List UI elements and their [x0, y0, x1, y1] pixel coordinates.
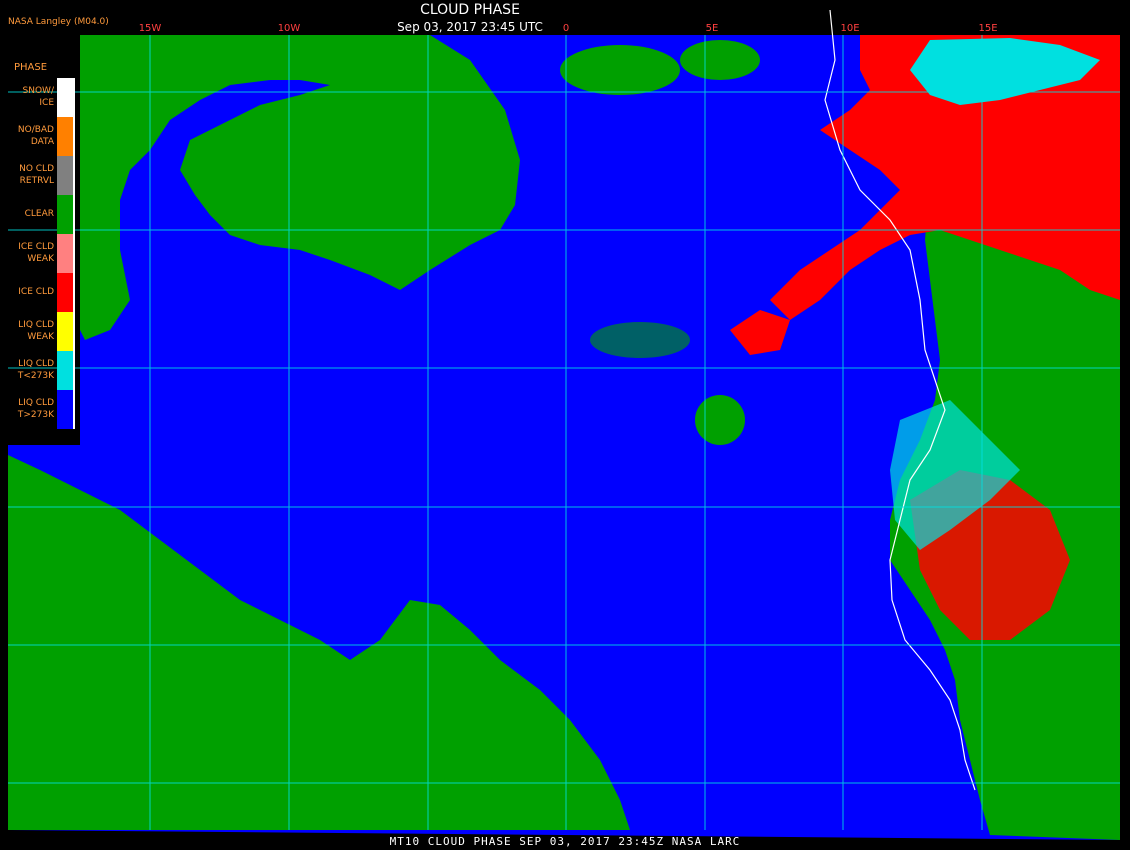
legend-label-7: LIQ CLD T<273K [17, 359, 54, 381]
legend-swatch-6 [57, 312, 75, 351]
legend-swatch-3 [57, 195, 75, 234]
lon-label-5e: 5E [705, 23, 719, 34]
legend-swatch-7 [57, 351, 75, 390]
clear-patch-south-central [695, 395, 745, 445]
legend-label-3: CLEAR [24, 209, 54, 219]
lon-label-15e: 15E [978, 23, 998, 34]
footer-caption: MT10 CLOUD PHASE SEP 03, 2017 23:45Z NAS… [389, 835, 741, 848]
legend-label-1: NO/BAD DATA [17, 125, 54, 147]
legend-label-2: NO CLD RETRVL [19, 164, 54, 186]
cloud-phase-map [0, 0, 1130, 850]
legend-swatch-4 [57, 234, 75, 273]
legend-title: PHASE [14, 62, 48, 73]
lon-label-15w: 15W [138, 23, 162, 34]
legend-swatch-0 [57, 78, 75, 117]
clear-patch-north-right [680, 40, 760, 80]
legend-swatch-8 [57, 390, 75, 429]
clear-patch-central [590, 322, 690, 358]
lon-label-10w: 10W [277, 23, 301, 34]
lon-label-0: 0 [562, 23, 570, 34]
clear-patch-northcentral [560, 45, 680, 95]
legend-label-0: SNOW/ICE [22, 86, 54, 108]
lon-label-10e: 10E [840, 23, 860, 34]
legend-label-6: LIQ CLD WEAK [18, 320, 54, 342]
legend-swatch-5 [57, 273, 75, 312]
map-title: CLOUD PHASE [420, 2, 520, 18]
legend-label-4: ICE CLD WEAK [18, 242, 54, 264]
legend-label-8: LIQ CLD T>273K [17, 398, 54, 420]
legend-label-5: ICE CLD [18, 287, 54, 297]
legend-swatch-1 [57, 117, 75, 156]
legend-swatch-2 [57, 156, 75, 195]
data-source-label: NASA Langley (M04.0) [8, 17, 109, 27]
